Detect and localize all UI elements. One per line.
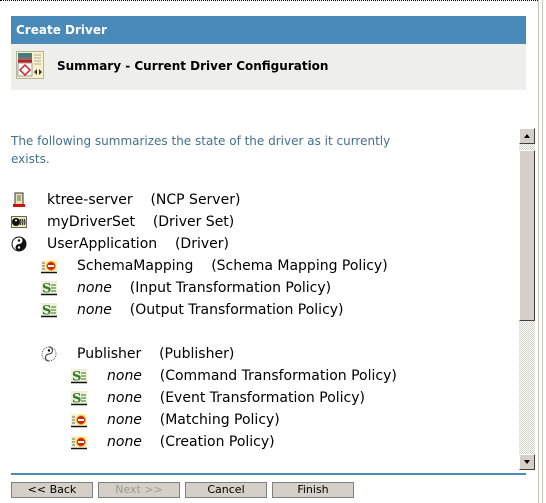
tree-row-label: none (Creation Policy): [107, 431, 275, 453]
stylesheet-policy-icon: S: [71, 368, 87, 385]
intro-text: The following summarizes the state of th…: [11, 134, 391, 166]
object-name: myDriverSet: [47, 214, 135, 230]
rule-policy-icon: [71, 412, 87, 428]
tree-row-label: myDriverSet (Driver Set): [47, 211, 234, 233]
object-name: none: [77, 280, 112, 296]
rule-policy-icon: [71, 434, 87, 450]
object-type: (Publisher): [159, 346, 235, 362]
tree-row-label: none (Matching Policy): [107, 409, 280, 431]
scroll-thumb[interactable]: [519, 150, 535, 321]
object-type: (Creation Policy): [159, 434, 275, 450]
object-type: (Driver Set): [152, 214, 235, 230]
object-name: ktree-server: [47, 192, 133, 208]
object-type: (NCP Server): [150, 192, 241, 208]
footer-divider: [11, 473, 526, 475]
object-name: none: [77, 302, 112, 318]
tree-row-label: none (Input Transformation Policy): [77, 277, 331, 299]
object-type: (Schema Mapping Policy): [211, 258, 388, 274]
driver-icon: [11, 236, 27, 252]
object-name: SchemaMapping: [77, 258, 194, 274]
tree-row-label: UserApplication (Driver): [47, 233, 229, 255]
driver-set-icon: [11, 214, 27, 230]
object-type: (Event Transformation Policy): [159, 390, 365, 406]
cancel-button[interactable]: Cancel: [185, 482, 267, 498]
dialog-title: Create Driver: [16, 23, 107, 37]
section-header: Summary - Current Driver Configuration: [11, 44, 526, 90]
vertical-scrollbar[interactable]: [519, 128, 535, 470]
object-type: (Command Transformation Policy): [159, 368, 397, 384]
stylesheet-policy-icon: S: [71, 390, 87, 407]
object-type: (Input Transformation Policy): [129, 280, 332, 296]
object-name: none: [107, 434, 142, 450]
publisher-icon: [41, 346, 57, 362]
object-name: UserApplication: [47, 236, 158, 252]
ncp-server-icon: [11, 192, 27, 208]
rule-policy-icon: [71, 456, 87, 458]
stylesheet-policy-icon: S: [41, 302, 57, 319]
back-button[interactable]: << Back: [11, 482, 93, 498]
object-type: (Output Transformation Policy): [129, 302, 344, 318]
rule-policy-icon: [41, 258, 57, 274]
tree-row-label: none (Output Transformation Policy): [77, 299, 344, 321]
tree-row-label: none (Command Transformation Policy): [107, 365, 397, 387]
tree-row-label: none (Event Transformation Policy): [107, 387, 365, 409]
scroll-up-button[interactable]: [519, 128, 535, 144]
tree-row-label: ktree-server (NCP Server): [47, 189, 240, 211]
page-top-border: [0, 0, 538, 1]
summary-config-icon: [16, 51, 44, 79]
object-name: none: [107, 390, 142, 406]
object-type: (Matching Policy): [159, 412, 280, 428]
object-name: none: [107, 368, 142, 384]
tree-row-label: SchemaMapping (Schema Mapping Policy): [77, 255, 388, 277]
scroll-down-button[interactable]: [519, 454, 535, 470]
finish-button[interactable]: Finish: [272, 482, 354, 498]
section-title: Summary - Current Driver Configuration: [57, 59, 329, 73]
tree-row-label: Publisher (Publisher): [77, 343, 234, 365]
summary-content: The following summarizes the state of th…: [11, 128, 516, 458]
next-button[interactable]: Next >>: [98, 482, 180, 498]
window-right-edge: [538, 0, 546, 503]
object-name: none: [107, 412, 142, 428]
object-name: Publisher: [77, 346, 142, 362]
object-type: (Driver): [174, 236, 229, 252]
stylesheet-policy-icon: S: [41, 280, 57, 297]
dialog-title-bar: Create Driver: [11, 16, 526, 44]
